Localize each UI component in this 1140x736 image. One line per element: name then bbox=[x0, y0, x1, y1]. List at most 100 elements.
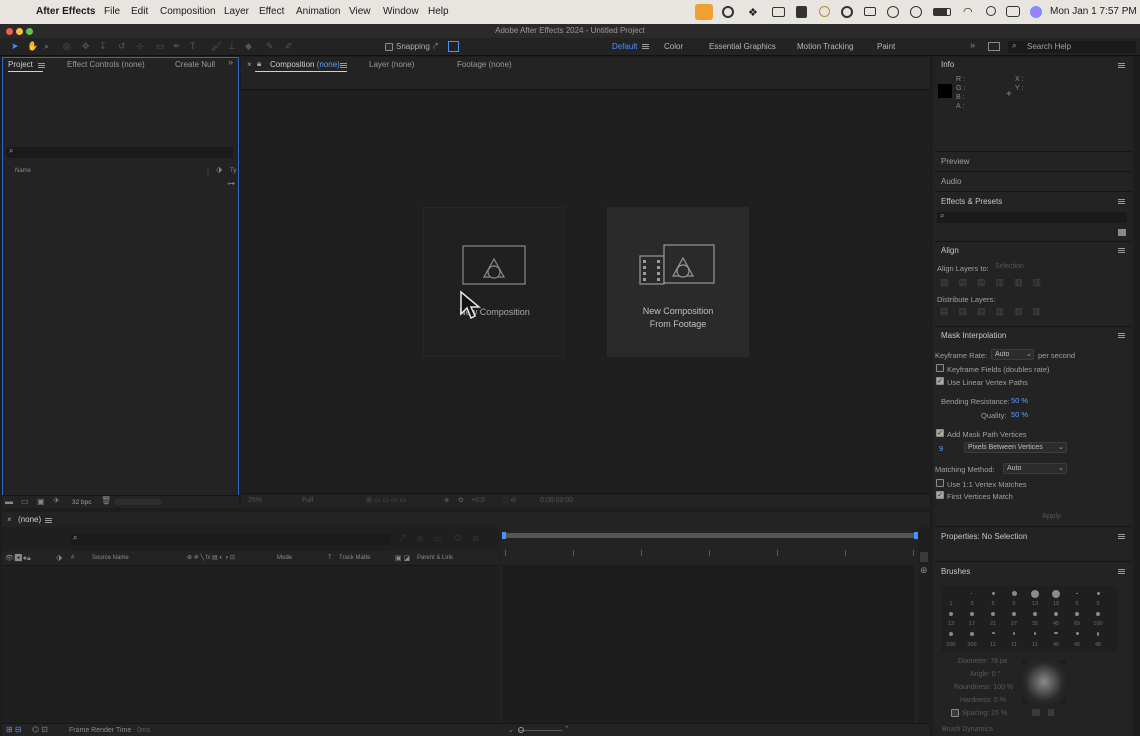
brush-angle[interactable]: Angle: 0 ° bbox=[970, 671, 1000, 678]
project-search-input[interactable]: ⌕ bbox=[6, 146, 233, 158]
work-area-start[interactable] bbox=[502, 532, 506, 539]
project-menu-icon[interactable] bbox=[38, 63, 45, 68]
hand-tool-icon[interactable]: ✋ bbox=[27, 41, 38, 52]
col-name[interactable]: Name bbox=[15, 168, 31, 174]
menu-file[interactable]: File bbox=[104, 6, 120, 17]
panel-layout-icon[interactable] bbox=[988, 42, 1000, 51]
brush-dot[interactable] bbox=[1076, 593, 1078, 594]
tab-footage[interactable]: Footage (none) bbox=[457, 60, 512, 69]
menu-animation[interactable]: Animation bbox=[296, 6, 340, 17]
siri-icon[interactable] bbox=[1030, 6, 1042, 18]
brush-roundness[interactable]: Roundness: 100 % bbox=[954, 684, 1013, 691]
quality-value[interactable]: 50 % bbox=[1011, 410, 1028, 419]
exposure-icon[interactable]: ✿ bbox=[458, 496, 464, 504]
workspace-color[interactable]: Color bbox=[664, 42, 683, 51]
menu-help[interactable]: Help bbox=[428, 6, 449, 17]
bpc-button[interactable]: 32 bpc bbox=[72, 499, 92, 506]
brush-dot[interactable] bbox=[992, 592, 995, 595]
clone-tool-icon[interactable]: ⊥ bbox=[228, 41, 236, 52]
clock[interactable]: Mon Jan 1 7:57 PM bbox=[1050, 6, 1137, 17]
selection-tool-icon[interactable]: ➤ bbox=[11, 41, 19, 52]
brush-dot[interactable] bbox=[1097, 592, 1100, 595]
brush-dot[interactable] bbox=[1031, 590, 1039, 598]
brush-dot[interactable] bbox=[1012, 612, 1016, 616]
keyboard-icon[interactable] bbox=[864, 7, 876, 16]
align-title[interactable]: Align bbox=[941, 246, 959, 255]
time-ruler[interactable] bbox=[505, 550, 915, 556]
puppet-tool-icon[interactable]: ✐ bbox=[285, 41, 293, 52]
brush-spacing[interactable]: Spacing: 25 % bbox=[962, 710, 1007, 717]
workspace-menu-icon[interactable] bbox=[642, 44, 649, 49]
minimize-window-icon[interactable] bbox=[16, 28, 23, 35]
color-mgmt-icon[interactable]: ◈ bbox=[444, 496, 449, 504]
zoom-in-icon[interactable]: ⌃ bbox=[564, 725, 570, 733]
new-brush-icon[interactable] bbox=[1032, 709, 1040, 716]
orbit-tool-icon[interactable]: ◎ bbox=[63, 41, 71, 52]
roto-tool-icon[interactable]: ✎ bbox=[266, 41, 274, 52]
new-folder-icon[interactable]: ▭ bbox=[21, 497, 29, 506]
shape-tool-icon[interactable]: ▭ bbox=[156, 41, 165, 52]
time-machine-icon[interactable] bbox=[910, 6, 922, 18]
dropbox-icon[interactable]: ❖ bbox=[748, 6, 758, 19]
search-icon[interactable] bbox=[986, 6, 996, 16]
audio-section[interactable]: Audio bbox=[941, 177, 961, 186]
delete-brush-icon[interactable] bbox=[1048, 709, 1054, 716]
more-tabs-icon[interactable]: » bbox=[228, 57, 233, 67]
tab-timeline[interactable]: (none) bbox=[18, 515, 41, 524]
grid-options-icon[interactable]: ⊞ ▭ ▭ ▭ ▭ bbox=[366, 496, 406, 504]
properties-title[interactable]: Properties: No Selection bbox=[941, 532, 1027, 541]
brush-dot[interactable] bbox=[1033, 612, 1037, 616]
flowchart-icon[interactable]: ⊶ bbox=[227, 179, 235, 188]
close-tab-icon[interactable]: × bbox=[247, 60, 252, 69]
adobe-icon[interactable] bbox=[796, 6, 807, 18]
camera-icon[interactable] bbox=[772, 7, 785, 17]
grammarly-icon[interactable] bbox=[841, 6, 853, 18]
workspace-paint[interactable]: Paint bbox=[877, 42, 895, 51]
brushes-menu-icon[interactable] bbox=[1118, 569, 1125, 574]
new-preset-icon[interactable] bbox=[1118, 229, 1126, 236]
effects-presets-title[interactable]: Effects & Presets bbox=[941, 197, 1002, 206]
vertices-mode-dropdown[interactable]: Pixels Between Vertices bbox=[964, 442, 1067, 453]
label-tag-icon[interactable]: ⬗ bbox=[56, 553, 62, 562]
effects-menu-icon[interactable] bbox=[1118, 199, 1125, 204]
search-help-field[interactable]: ⌕ Search Help bbox=[1008, 41, 1136, 53]
trash-icon[interactable]: 🗑 bbox=[101, 496, 111, 505]
close-window-icon[interactable] bbox=[6, 28, 13, 35]
frame-blending-icon[interactable]: ⌬ ⊡ bbox=[32, 725, 48, 734]
status-icon[interactable] bbox=[722, 6, 734, 18]
coin-icon[interactable] bbox=[819, 6, 830, 17]
zoom-window-icon[interactable] bbox=[26, 28, 33, 35]
anchor-tool-icon[interactable]: ⊹ bbox=[136, 41, 144, 52]
distribute-buttons[interactable]: ▤▤▤▥▥▥ bbox=[940, 306, 1051, 317]
resolution-dropdown[interactable]: Full bbox=[302, 497, 313, 504]
zoom-tool-icon[interactable]: ⌕ bbox=[44, 41, 49, 52]
brush-dot[interactable] bbox=[1054, 632, 1058, 634]
more-workspaces-icon[interactable]: » bbox=[970, 40, 975, 50]
microphone-icon[interactable] bbox=[695, 4, 713, 20]
rotate-tool-icon[interactable]: ↺ bbox=[118, 41, 126, 52]
brush-tool-icon[interactable]: 🖌 bbox=[211, 41, 222, 52]
align-to-dropdown[interactable]: Selection bbox=[995, 263, 1065, 272]
one-one-checkbox[interactable] bbox=[936, 479, 944, 487]
new-comp-icon[interactable]: ▣ bbox=[37, 497, 45, 506]
work-area-end[interactable] bbox=[914, 532, 918, 539]
brushes-title[interactable]: Brushes bbox=[941, 567, 970, 576]
brush-dot[interactable] bbox=[1012, 591, 1017, 596]
eraser-tool-icon[interactable]: ◆ bbox=[245, 41, 252, 52]
exposure-value[interactable]: +0.0 bbox=[471, 497, 485, 504]
brush-dot[interactable] bbox=[991, 612, 995, 616]
timeline-scrollbar[interactable] bbox=[920, 552, 928, 562]
brush-dot[interactable] bbox=[1054, 612, 1058, 616]
comp-button-icon[interactable]: ⊕ bbox=[920, 565, 928, 576]
timeline-graph-area[interactable] bbox=[500, 527, 918, 723]
pen-tool-icon[interactable]: ✒ bbox=[173, 41, 181, 52]
workspace-default[interactable]: Default bbox=[612, 42, 637, 51]
interpret-footage-icon[interactable]: ▬ bbox=[5, 497, 13, 506]
mask-interpolation-title[interactable]: Mask Interpolation bbox=[941, 331, 1006, 340]
keyframe-fields-checkbox[interactable] bbox=[936, 364, 944, 372]
new-composition-button[interactable]: New Composition bbox=[423, 207, 564, 357]
play-icon[interactable] bbox=[887, 6, 899, 18]
menu-layer[interactable]: Layer bbox=[224, 6, 249, 17]
timeline-switches[interactable]: ⤤⊕▭◎⊡ bbox=[400, 533, 491, 544]
brush-dot[interactable] bbox=[1075, 612, 1079, 616]
